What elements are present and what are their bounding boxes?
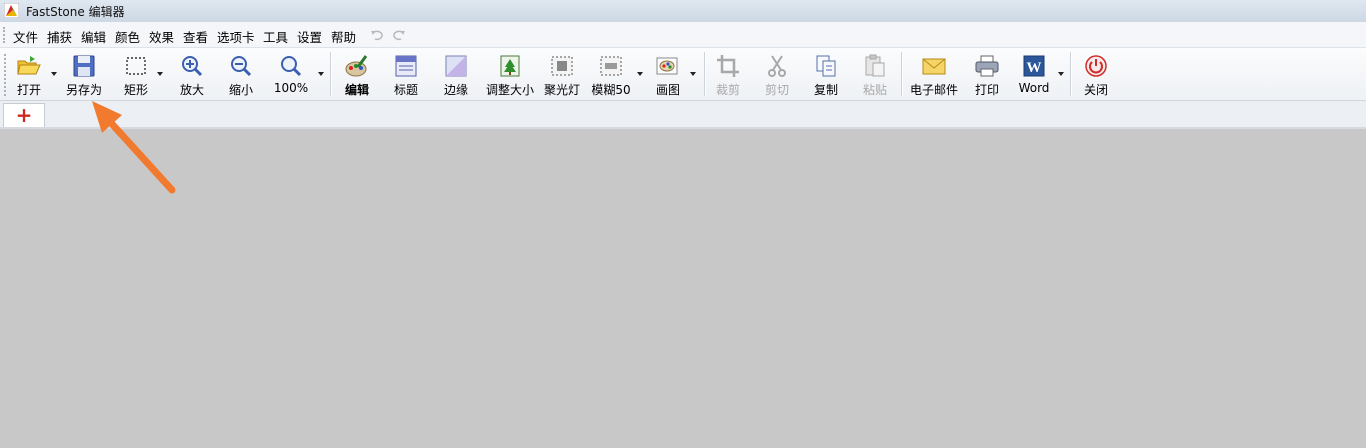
open-dropdown-arrow[interactable] [51, 72, 57, 76]
add-tab-plus-icon: + [15, 103, 33, 127]
redo-icon[interactable] [392, 28, 406, 42]
blur-dropdown-arrow[interactable] [637, 72, 643, 76]
power-icon [1085, 55, 1107, 77]
add-tab-button[interactable]: + [3, 103, 45, 127]
faststone-logo-icon [4, 3, 19, 18]
crop-icon [717, 55, 739, 77]
menu-grip[interactable] [3, 27, 7, 43]
toolbar-separator [1070, 52, 1072, 96]
copy-label: 复制 [813, 83, 838, 97]
zoom-out-icon [231, 56, 252, 77]
edge-effect-icon [445, 55, 467, 77]
cut-label: 剪切 [764, 83, 789, 97]
edit-label: 编辑 [344, 83, 369, 97]
envelope-icon [922, 58, 946, 75]
undo-icon[interactable] [370, 28, 384, 42]
zoom-out-button[interactable]: 缩小 [219, 48, 263, 100]
open-label: 打开 [16, 83, 41, 97]
magnifier-icon [281, 56, 302, 77]
spotlight-icon [551, 56, 573, 76]
resize-button[interactable]: 调整大小 [482, 48, 538, 100]
resize-label: 调整大小 [485, 83, 534, 97]
resize-tree-icon [500, 55, 520, 77]
paste-label: 粘贴 [862, 83, 887, 97]
caption-button[interactable]: 标题 [386, 48, 426, 100]
menu-color[interactable]: 颜色 [115, 27, 140, 46]
open-folder-icon [17, 56, 41, 75]
editor-workspace[interactable] [0, 129, 1366, 448]
word-button[interactable]: W Word [1013, 48, 1055, 100]
toolbar-separator [704, 52, 706, 96]
rectangle-dropdown-arrow[interactable] [157, 72, 163, 76]
window-title: FastStone 编辑器 [26, 5, 125, 19]
edit-button[interactable]: 编辑 [338, 48, 376, 100]
rectangle-select-icon [126, 57, 146, 75]
crop-label: 裁剪 [715, 83, 740, 97]
menu-tabs[interactable]: 选项卡 [217, 27, 255, 46]
main-toolbar: 打开 另存为 矩形 放大 缩小 100% 编辑 标题 边缘 调整大小 聚光灯 模… [0, 48, 1366, 101]
caption-label: 标题 [393, 83, 418, 97]
zoom-level-label: 100% [273, 81, 309, 95]
print-button[interactable]: 打印 [969, 48, 1005, 100]
paint-palette-icon [345, 55, 368, 77]
zoom-in-button[interactable]: 放大 [170, 48, 214, 100]
word-label: Word [1018, 81, 1050, 95]
cut-button[interactable]: 剪切 [759, 48, 795, 100]
menu-edit[interactable]: 编辑 [81, 27, 106, 46]
zoom-in-icon [182, 56, 203, 77]
menu-effects[interactable]: 效果 [149, 27, 174, 46]
zoom-100-button[interactable]: 100% [269, 48, 313, 100]
paint-tool-icon [656, 57, 678, 75]
zoom-out-label: 缩小 [228, 83, 253, 97]
email-button[interactable]: 电子邮件 [906, 48, 962, 100]
edge-label: 边缘 [443, 83, 468, 97]
edge-button[interactable]: 边缘 [436, 48, 476, 100]
menu-settings[interactable]: 设置 [297, 27, 322, 46]
toolbar-grip[interactable] [4, 54, 8, 96]
print-label: 打印 [974, 83, 999, 97]
copy-icon [816, 55, 836, 77]
blur-button[interactable]: 模糊50 [589, 48, 633, 100]
close-button[interactable]: 关闭 [1077, 48, 1115, 100]
menu-view[interactable]: 查看 [183, 27, 208, 46]
paint-label: 画图 [655, 83, 680, 97]
word-icon: W [1023, 55, 1045, 77]
crop-button[interactable]: 裁剪 [710, 48, 746, 100]
blur-label: 模糊50 [591, 83, 631, 97]
word-dropdown-arrow[interactable] [1058, 72, 1064, 76]
menu-file[interactable]: 文件 [13, 27, 38, 46]
printer-icon [975, 55, 999, 77]
toolbar-separator [330, 52, 332, 96]
save-as-button[interactable]: 另存为 [60, 48, 108, 100]
paint-dropdown-arrow[interactable] [690, 72, 696, 76]
open-button[interactable]: 打开 [10, 48, 48, 100]
floppy-disk-icon [73, 55, 95, 77]
menu-tools[interactable]: 工具 [263, 27, 288, 46]
tab-strip: + [0, 101, 1366, 129]
menu-bar: 文件 捕获 编辑 颜色 效果 查看 选项卡 工具 设置 帮助 [0, 22, 1366, 48]
toolbar-separator [901, 52, 903, 96]
zoom-dropdown-arrow[interactable] [318, 72, 324, 76]
title-bar: FastStone 编辑器 [0, 0, 1366, 22]
email-label: 电子邮件 [909, 83, 958, 97]
rectangle-select-button[interactable]: 矩形 [116, 48, 156, 100]
spotlight-label: 聚光灯 [543, 83, 580, 97]
spotlight-button[interactable]: 聚光灯 [541, 48, 583, 100]
copy-button[interactable]: 复制 [808, 48, 844, 100]
menu-help[interactable]: 帮助 [331, 27, 356, 46]
svg-text:W: W [1027, 60, 1042, 76]
paint-button[interactable]: 画图 [648, 48, 688, 100]
blur-icon [600, 56, 622, 76]
paste-button[interactable]: 粘贴 [857, 48, 893, 100]
menu-capture[interactable]: 捕获 [47, 27, 72, 46]
close-label: 关闭 [1083, 83, 1108, 97]
paste-icon [865, 54, 885, 77]
scissors-icon [768, 55, 786, 77]
caption-icon [395, 55, 417, 77]
annotation-arrow-icon [92, 101, 176, 194]
